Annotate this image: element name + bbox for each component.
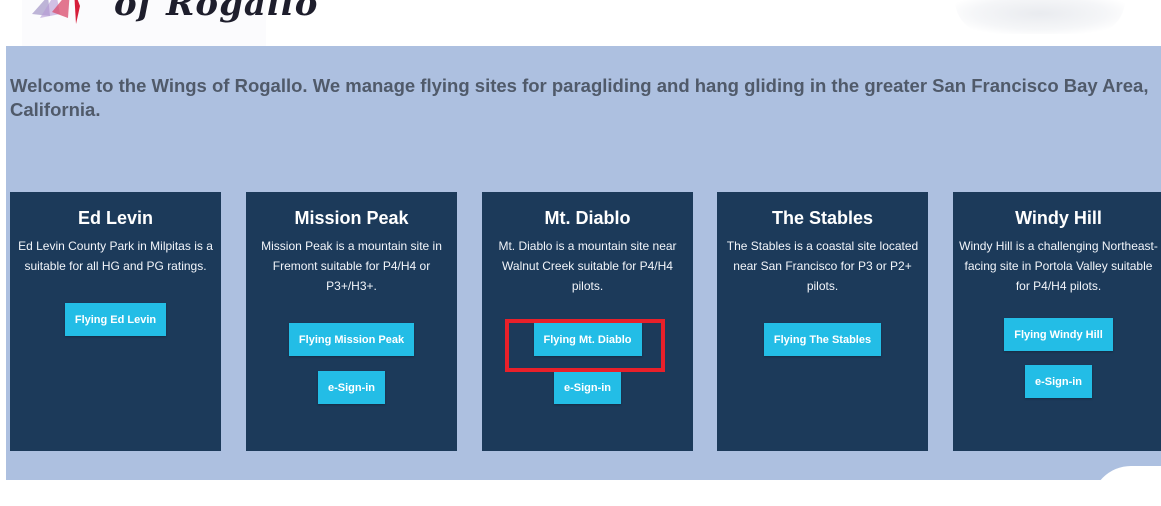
site-card-title: Windy Hill [1015, 208, 1102, 228]
logo-text: of Rogallo [114, 0, 319, 24]
site-card-the-stables: The Stables The Stables is a coastal sit… [717, 192, 928, 451]
site-card-mission-peak: Mission Peak Mission Peak is a mountain … [246, 192, 457, 451]
site-card-description: The Stables is a coastal site located ne… [726, 239, 919, 293]
wing-logo-icon [32, 0, 80, 24]
flying-ed-levin-button[interactable]: Flying Ed Levin [64, 303, 167, 336]
site-card-description: Windy Hill is a challenging Northeast-fa… [959, 239, 1158, 293]
site-card-title: Mission Peak [294, 208, 409, 228]
site-card-description: Mission Peak is a mountain site in Fremo… [261, 239, 442, 293]
site-card-windy-hill: Windy Hill Windy Hill is a challenging N… [953, 192, 1161, 451]
site-card-description: Ed Levin County Park in Milpitas is a su… [18, 239, 213, 273]
site-card-mt-diablo: Mt. Diablo Mt. Diablo is a mountain site… [482, 192, 693, 451]
flying-mt-diablo-button[interactable]: Flying Mt. Diablo [533, 323, 642, 356]
main-section: Welcome to the Wings of Rogallo. We mana… [6, 46, 1161, 480]
flying-mission-peak-button[interactable]: Flying Mission Peak [288, 323, 415, 356]
welcome-text: Welcome to the Wings of Rogallo. We mana… [10, 75, 1149, 120]
site-header: of Rogallo [0, 0, 1161, 46]
flying-the-stables-button[interactable]: Flying The Stables [763, 323, 882, 356]
site-card-title: Mt. Diablo [544, 208, 631, 228]
site-card-title: The Stables [771, 208, 874, 228]
header-decoration [955, 0, 1125, 34]
e-sign-in-button[interactable]: e-Sign-in [1024, 365, 1093, 398]
flying-windy-hill-button[interactable]: Flying Windy Hill [1004, 318, 1113, 351]
e-sign-in-button[interactable]: e-Sign-in [317, 371, 386, 404]
e-sign-in-button[interactable]: e-Sign-in [553, 371, 622, 404]
site-card-title: Ed Levin [77, 208, 153, 228]
site-card-description: Mt. Diablo is a mountain site near Walnu… [498, 239, 677, 293]
site-logo[interactable]: of Rogallo [22, 0, 317, 46]
site-card-ed-levin: Ed Levin Ed Levin County Park in Milpita… [10, 192, 221, 451]
